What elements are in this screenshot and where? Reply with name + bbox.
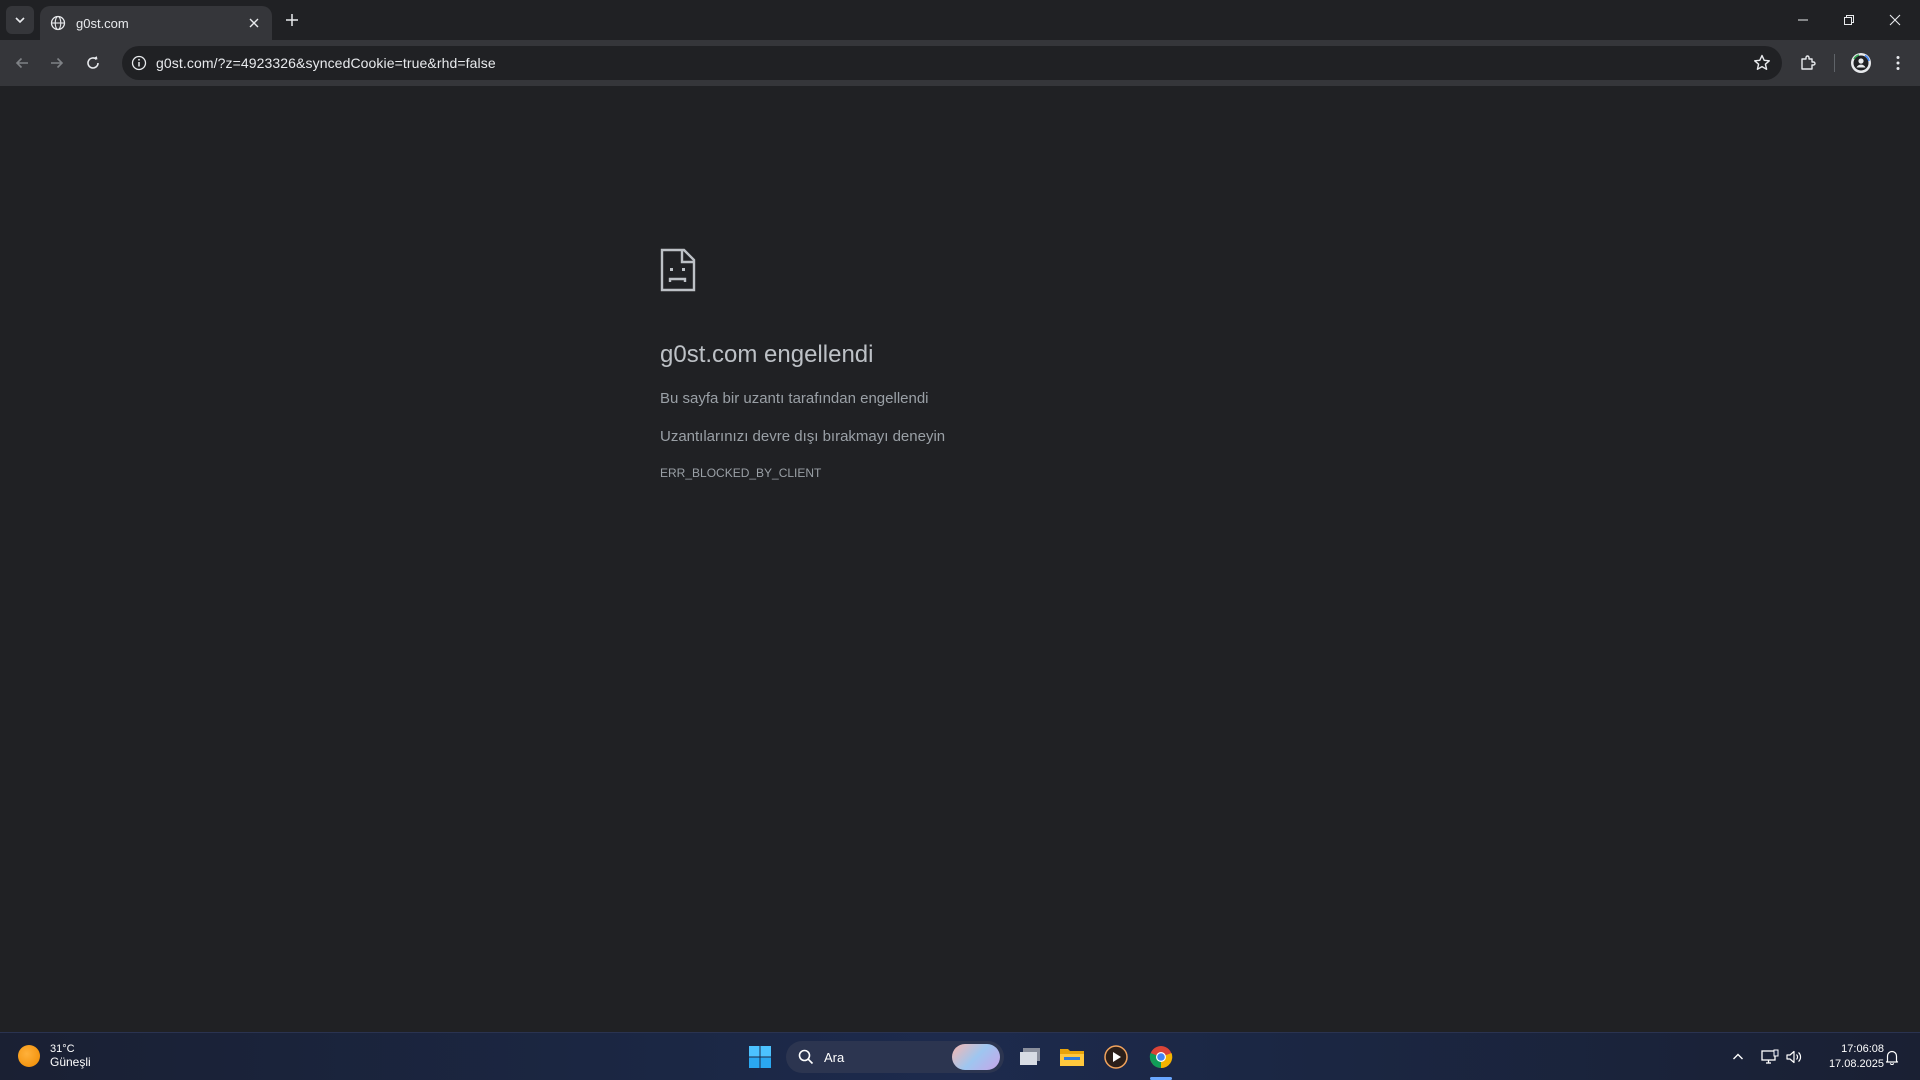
tab-search-button[interactable] <box>6 6 34 34</box>
tab-search-icon <box>15 17 25 24</box>
browser-menu-button[interactable] <box>1882 47 1914 79</box>
close-window-button[interactable] <box>1872 0 1918 40</box>
reload-icon <box>87 56 99 69</box>
chrome-taskbar-button[interactable] <box>1143 1039 1179 1075</box>
url-text[interactable]: g0st.com/?z=4923326&syncedCookie=true&rh… <box>156 55 496 71</box>
tab-title: g0st.com <box>76 15 129 31</box>
weather-widget[interactable]: 31°C Güneşli <box>18 1043 91 1069</box>
system-clock[interactable]: 17:06:08 17.08.2025 <box>1810 1042 1884 1072</box>
error-code: ERR_BLOCKED_BY_CLIENT <box>660 466 822 480</box>
taskbar: 31°C Güneşli Ara 17:06:08 17.08.2025 <box>0 1032 1920 1080</box>
back-button[interactable] <box>6 47 38 79</box>
profile-icon <box>1851 53 1871 73</box>
volume-icon <box>1786 1050 1802 1064</box>
close-icon <box>1889 14 1901 26</box>
search-placeholder: Ara <box>824 1049 845 1065</box>
sun-icon <box>18 1045 40 1067</box>
task-view-button[interactable] <box>1012 1039 1048 1075</box>
tab-close-button[interactable] <box>244 13 264 33</box>
chrome-icon <box>1149 1046 1173 1069</box>
chevron-up-icon <box>1733 1053 1743 1060</box>
forward-button[interactable] <box>41 47 73 79</box>
reload-button[interactable] <box>77 47 109 79</box>
page-content: g0st.com engellendi Bu sayfa bir uzantı … <box>0 86 1920 1032</box>
tab-active[interactable]: g0st.com <box>40 6 272 40</box>
taskbar-search[interactable]: Ara <box>786 1041 1004 1073</box>
sad-page-icon <box>660 248 696 292</box>
weather-condition: Güneşli <box>50 1055 91 1069</box>
close-icon <box>249 18 259 28</box>
new-tab-button[interactable] <box>280 8 304 32</box>
star-icon[interactable] <box>1752 53 1772 73</box>
show-hidden-icons-button[interactable] <box>1726 1045 1750 1069</box>
browser-toolbar: g0st.com/?z=4923326&syncedCookie=true&rh… <box>0 40 1920 86</box>
kebab-menu-icon <box>1896 56 1900 70</box>
windows-start-icon <box>749 1046 771 1068</box>
bell-icon <box>1885 1050 1899 1065</box>
site-info-button[interactable] <box>122 46 156 80</box>
error-container: g0st.com engellendi Bu sayfa bir uzantı … <box>660 248 1280 480</box>
network-button[interactable] <box>1758 1045 1782 1069</box>
notifications-button[interactable] <box>1880 1045 1904 1069</box>
clock-time: 17:06:08 <box>1841 1043 1884 1055</box>
forward-icon <box>51 57 64 69</box>
search-highlight-image <box>952 1044 1000 1070</box>
error-suggestion: Uzantılarınızı devre dışı bırakmayı dene… <box>660 428 946 445</box>
address-bar[interactable]: g0st.com/?z=4923326&syncedCookie=true&rh… <box>122 46 1782 80</box>
extensions-button[interactable] <box>1792 47 1824 79</box>
error-description: Bu sayfa bir uzantı tarafından engellend… <box>660 390 929 407</box>
info-icon <box>131 55 147 71</box>
task-view-icon <box>1020 1048 1040 1065</box>
restore-button[interactable] <box>1826 0 1872 40</box>
globe-icon <box>50 15 66 31</box>
extensions-icon <box>1801 55 1816 70</box>
plus-icon <box>286 14 298 26</box>
network-icon <box>1761 1049 1779 1064</box>
minimize-icon <box>1798 19 1808 21</box>
profile-button[interactable] <box>1845 47 1877 79</box>
volume-button[interactable] <box>1782 1045 1806 1069</box>
media-player-button[interactable] <box>1098 1039 1134 1075</box>
file-explorer-icon <box>1060 1049 1084 1066</box>
minimize-button[interactable] <box>1780 0 1826 40</box>
clock-date: 17.08.2025 <box>1828 1058 1884 1070</box>
tab-strip: g0st.com <box>0 0 1920 40</box>
error-title: g0st.com engellendi <box>660 341 874 368</box>
toolbar-separator <box>1834 54 1835 72</box>
search-icon <box>798 1049 814 1065</box>
file-explorer-button[interactable] <box>1054 1039 1090 1075</box>
weather-temp: 31°C <box>50 1043 75 1055</box>
restore-icon <box>1844 15 1854 25</box>
start-button[interactable] <box>742 1039 778 1075</box>
back-icon <box>15 57 28 69</box>
media-player-icon <box>1104 1045 1128 1069</box>
